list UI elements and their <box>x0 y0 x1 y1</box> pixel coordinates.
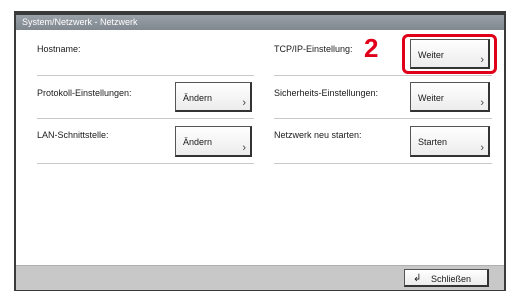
restart-starten-label: Starten <box>418 137 448 147</box>
protocol-label: Protokoll-Einstellungen: <box>37 88 132 98</box>
tcpip-label: TCP/IP-Einstellung: <box>274 44 353 54</box>
tcpip-weiter-button[interactable]: Weiter › <box>410 39 490 69</box>
hostname-label: Hostname: <box>37 44 81 54</box>
lan-aendern-label: Ändern <box>183 137 213 147</box>
close-label: Schließen <box>431 274 472 284</box>
chevron-right-icon: › <box>480 142 484 154</box>
tcpip-weiter-label: Weiter <box>418 50 444 60</box>
separator <box>37 118 254 119</box>
protocol-aendern-label: Ändern <box>183 93 213 103</box>
lan-label: LAN-Schnittstelle: <box>37 130 109 140</box>
chevron-right-icon: › <box>480 97 484 109</box>
security-weiter-button[interactable]: Weiter › <box>410 82 490 112</box>
separator <box>274 163 492 164</box>
separator <box>274 75 492 76</box>
separator <box>37 163 254 164</box>
chevron-right-icon: › <box>480 54 484 66</box>
chevron-right-icon: › <box>242 142 246 154</box>
separator <box>274 118 492 119</box>
restart-starten-button[interactable]: Starten › <box>410 126 490 157</box>
security-weiter-label: Weiter <box>418 93 444 103</box>
separator <box>37 75 254 76</box>
return-arrow-icon: ↲ <box>413 273 422 284</box>
chevron-right-icon: › <box>242 97 246 109</box>
lan-aendern-button[interactable]: Ändern › <box>175 126 252 157</box>
window-title: System/Netzwerk - Netzwerk <box>16 15 504 30</box>
security-label: Sicherheits-Einstellungen: <box>274 88 379 98</box>
protocol-aendern-button[interactable]: Ändern › <box>175 82 252 112</box>
close-button[interactable]: ↲ Schließen <box>404 269 489 287</box>
restart-label: Netzwerk neu starten: <box>274 130 362 140</box>
step-number: 2 <box>364 33 379 63</box>
